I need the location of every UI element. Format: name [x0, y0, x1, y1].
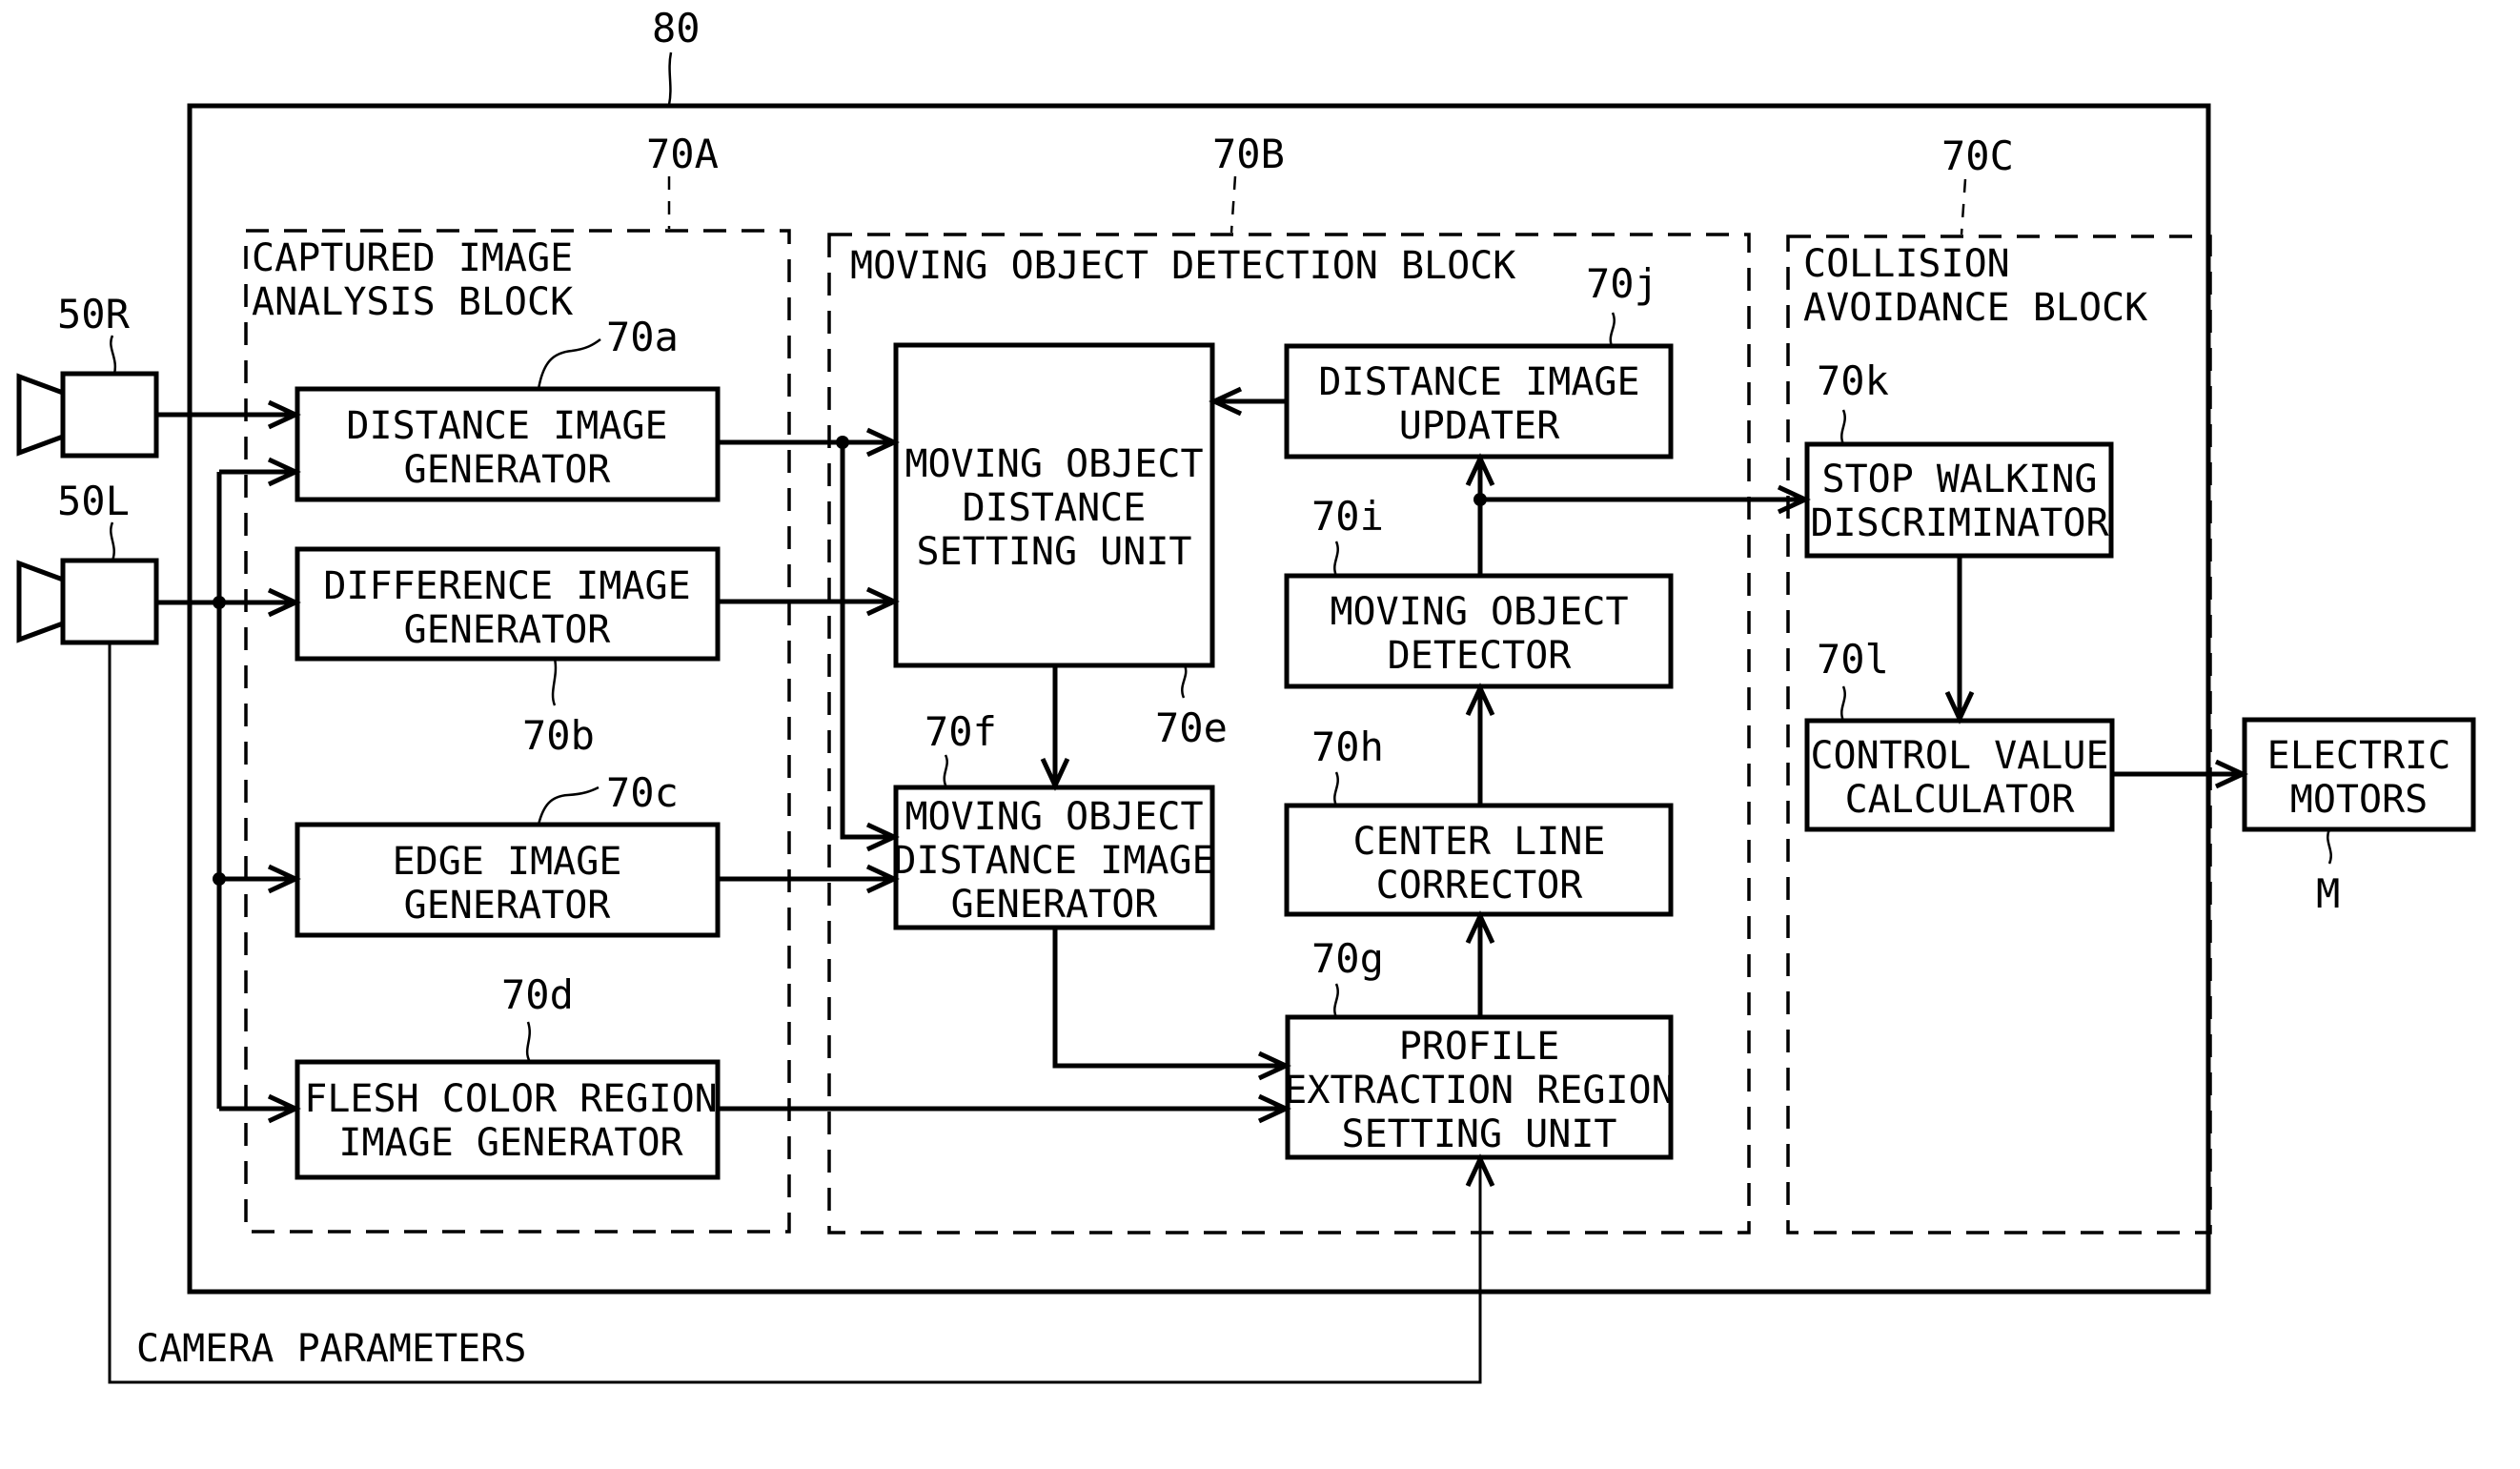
unit-70b-leader	[551, 658, 558, 706]
camera-50L-lens	[16, 560, 64, 643]
camera-50R	[16, 371, 159, 459]
camera-50L-body	[60, 558, 159, 645]
unit-70a-label-2: GENERATOR	[404, 448, 612, 492]
unit-70i-ref: 70i	[1311, 493, 1384, 540]
camera-50L-leader	[110, 521, 115, 561]
block-70A-title-1: CAPTURED IMAGE	[252, 236, 573, 280]
unit-70f-label-2: DISTANCE IMAGE	[893, 839, 1214, 883]
wire-camera-parameters	[108, 643, 1482, 1384]
unit-70d-leader	[525, 1021, 532, 1063]
unit-70i-label-1: MOVING OBJECT	[1330, 590, 1628, 634]
block-70C-ref: 70C	[1941, 133, 2014, 179]
unit-70a-label-1: DISTANCE IMAGE	[346, 404, 667, 448]
block-70B-ref: 70B	[1212, 131, 1285, 177]
unit-70e-label-2: DISTANCE	[963, 486, 1147, 530]
block-70C-title-1: COLLISION	[1803, 242, 2010, 286]
unit-70j-label-2: UPDATER	[1399, 404, 1560, 448]
unit-70d-ref: 70d	[501, 971, 574, 1018]
junction-dot-70c	[213, 872, 226, 886]
unit-70e-label-1: MOVING OBJECT	[904, 442, 1203, 486]
motors-ref: M	[2316, 870, 2340, 917]
unit-70j-leader	[1609, 312, 1616, 347]
unit-70f-leader	[943, 754, 948, 788]
unit-70g-label-1: PROFILE	[1399, 1025, 1560, 1069]
unit-70h-leader	[1333, 771, 1339, 806]
unit-70a-leader	[537, 337, 601, 390]
unit-70f-label-1: MOVING OBJECT	[904, 795, 1203, 839]
unit-70j-label-1: DISTANCE IMAGE	[1318, 360, 1639, 404]
unit-70g-leader	[1333, 983, 1339, 1018]
unit-70a-ref: 70a	[606, 314, 679, 360]
unit-70l-leader	[1840, 685, 1846, 722]
unit-70k-leader	[1840, 409, 1846, 445]
unit-70i-label-2: DETECTOR	[1388, 634, 1573, 678]
unit-70j-ref: 70j	[1586, 260, 1658, 307]
unit-70k-ref: 70k	[1817, 357, 1889, 404]
unit-70g-label-2: EXTRACTION REGION	[1284, 1069, 1674, 1112]
unit-70i-leader	[1333, 541, 1339, 577]
system-80-leader	[667, 51, 673, 106]
unit-70e-ref: 70e	[1155, 704, 1228, 751]
camera-50L	[16, 558, 159, 645]
motors-label-2: MOTORS	[2290, 778, 2429, 822]
camera-50R-lens	[16, 373, 64, 457]
unit-70l-ref: 70l	[1817, 636, 1889, 683]
unit-70b-ref: 70b	[522, 712, 595, 759]
camera-50R-body	[60, 371, 159, 459]
unit-70b-label-1: DIFFERENCE IMAGE	[323, 564, 690, 608]
unit-70k-label-2: DISCRIMINATOR	[1810, 501, 2109, 545]
unit-70g-label-3: SETTING UNIT	[1342, 1112, 1617, 1156]
motors-label-1: ELECTRIC	[2267, 734, 2451, 778]
unit-70h-label-1: CENTER LINE	[1353, 820, 1606, 864]
camera-50R-ref: 50R	[57, 291, 131, 337]
unit-70d-label-2: IMAGE GENERATOR	[338, 1121, 683, 1165]
junction-dot-50L	[213, 596, 226, 609]
camera-parameters-label: CAMERA PARAMETERS	[136, 1327, 526, 1371]
block-70A-title-2: ANALYSIS BLOCK	[252, 280, 573, 324]
unit-70e-label-3: SETTING UNIT	[917, 530, 1192, 574]
unit-70l-label-1: CONTROL VALUE	[1810, 734, 2108, 778]
unit-70f-ref: 70f	[925, 708, 997, 755]
block-70C-leader	[1960, 178, 1967, 235]
unit-70h-label-2: CORRECTOR	[1376, 864, 1584, 908]
block-70C-title-2: AVOIDANCE BLOCK	[1803, 286, 2147, 330]
unit-70e-leader	[1181, 664, 1188, 699]
unit-70k-label-1: STOP WALKING	[1822, 458, 2098, 501]
block-70B-title: MOVING OBJECT DETECTION BLOCK	[850, 244, 1515, 288]
unit-70d-label-1: FLESH COLOR REGION	[304, 1077, 717, 1121]
camera-50R-leader	[110, 335, 117, 375]
block-70A-ref: 70A	[646, 131, 719, 177]
unit-70l-label-2: CALCULATOR	[1845, 778, 2076, 822]
motors-leader	[2327, 828, 2332, 865]
block-70B-leader	[1230, 175, 1237, 234]
unit-70b-label-2: GENERATOR	[404, 608, 612, 652]
unit-70c-label-2: GENERATOR	[404, 884, 612, 928]
camera-50L-ref: 50L	[57, 478, 130, 524]
unit-70c-leader	[537, 786, 600, 826]
unit-70c-label-1: EDGE IMAGE	[393, 840, 622, 884]
unit-70c-ref: 70c	[606, 769, 679, 816]
unit-70g-ref: 70g	[1311, 935, 1384, 982]
wire-branch-to-70f	[840, 442, 894, 840]
wire-70f-to-70g	[1052, 928, 1286, 1069]
system-80-ref: 80	[652, 5, 701, 51]
unit-70h-ref: 70h	[1311, 724, 1384, 770]
unit-70f-label-3: GENERATOR	[951, 883, 1159, 927]
block-diagram: 80 70A 70B 70C CAPTURED IMAGE ANALYSIS B…	[16, 5, 2476, 1384]
